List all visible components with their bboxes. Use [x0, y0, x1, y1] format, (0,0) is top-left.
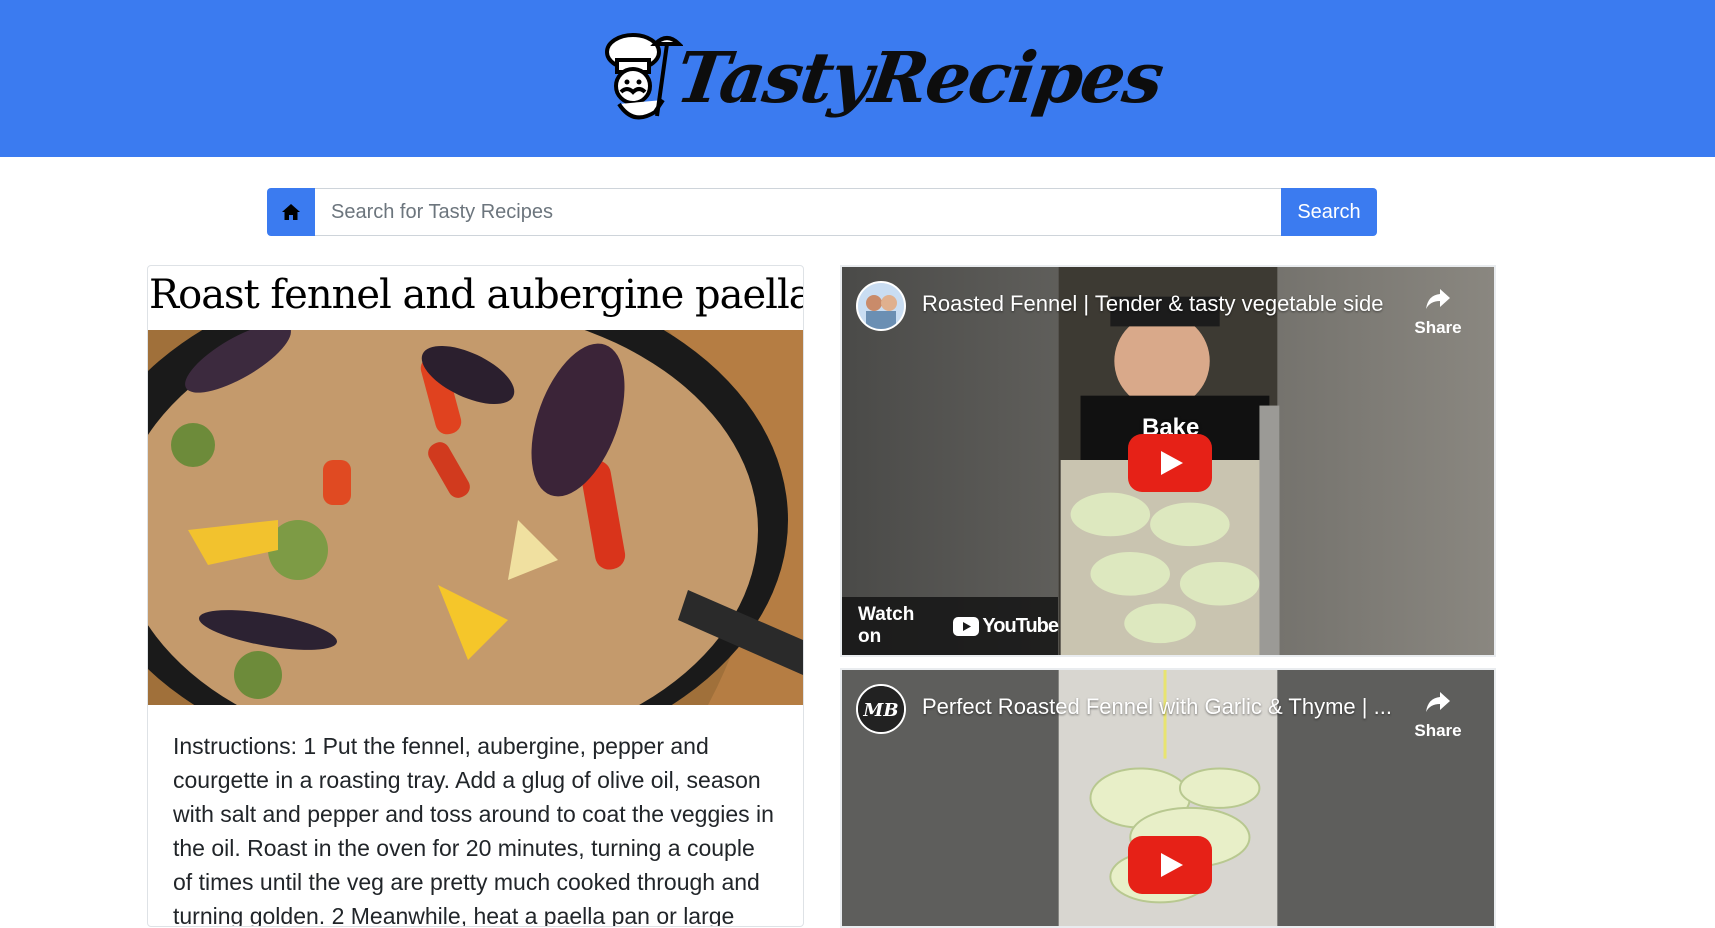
site-logo[interactable]: TastyRecipes — [597, 28, 1167, 128]
channel-avatar[interactable] — [856, 281, 906, 331]
video-embed[interactable]: MB Perfect Roasted Fennel with Garlic & … — [840, 668, 1496, 928]
chef-icon — [605, 33, 683, 120]
site-header: TastyRecipes — [0, 0, 1715, 157]
brand-name: TastyRecipes — [671, 36, 1167, 119]
search-button[interactable]: Search — [1281, 188, 1377, 236]
youtube-wordmark: YouTube — [982, 614, 1059, 637]
home-button[interactable] — [267, 188, 315, 236]
recipe-card: Roast fennel and aubergine paella Instru… — [147, 265, 804, 927]
share-icon — [1426, 289, 1450, 309]
share-label: Share — [1414, 318, 1462, 337]
recipe-image — [148, 330, 803, 705]
share-button[interactable]: Share — [1408, 287, 1468, 338]
share-label: Share — [1414, 721, 1462, 740]
play-icon[interactable] — [1128, 434, 1212, 492]
share-icon — [1426, 692, 1450, 712]
youtube-logo: YouTube — [953, 614, 1059, 638]
watch-on-label: Watch on — [858, 604, 915, 647]
search-input[interactable] — [315, 188, 1281, 236]
svg-text:MB: MB — [862, 700, 898, 721]
channel-avatar[interactable]: MB — [856, 684, 906, 734]
video-title[interactable]: Perfect Roasted Fennel with Garlic & Thy… — [922, 694, 1392, 720]
youtube-icon — [953, 616, 980, 636]
watch-on-youtube-button[interactable]: Watch on YouTube — [842, 597, 1059, 655]
video-title[interactable]: Roasted Fennel | Tender & tasty vegetabl… — [922, 291, 1383, 317]
recipe-title: Roast fennel and aubergine paella — [149, 272, 804, 318]
play-icon[interactable] — [1128, 836, 1212, 894]
home-icon — [282, 204, 300, 220]
share-button[interactable]: Share — [1408, 690, 1468, 741]
video-embed[interactable]: Roasted Fennel | Tender & tasty vegetabl… — [840, 265, 1496, 657]
search-bar: Search — [267, 188, 1377, 236]
recipe-instructions: Instructions: 1 Put the fennel, aubergin… — [173, 733, 774, 927]
